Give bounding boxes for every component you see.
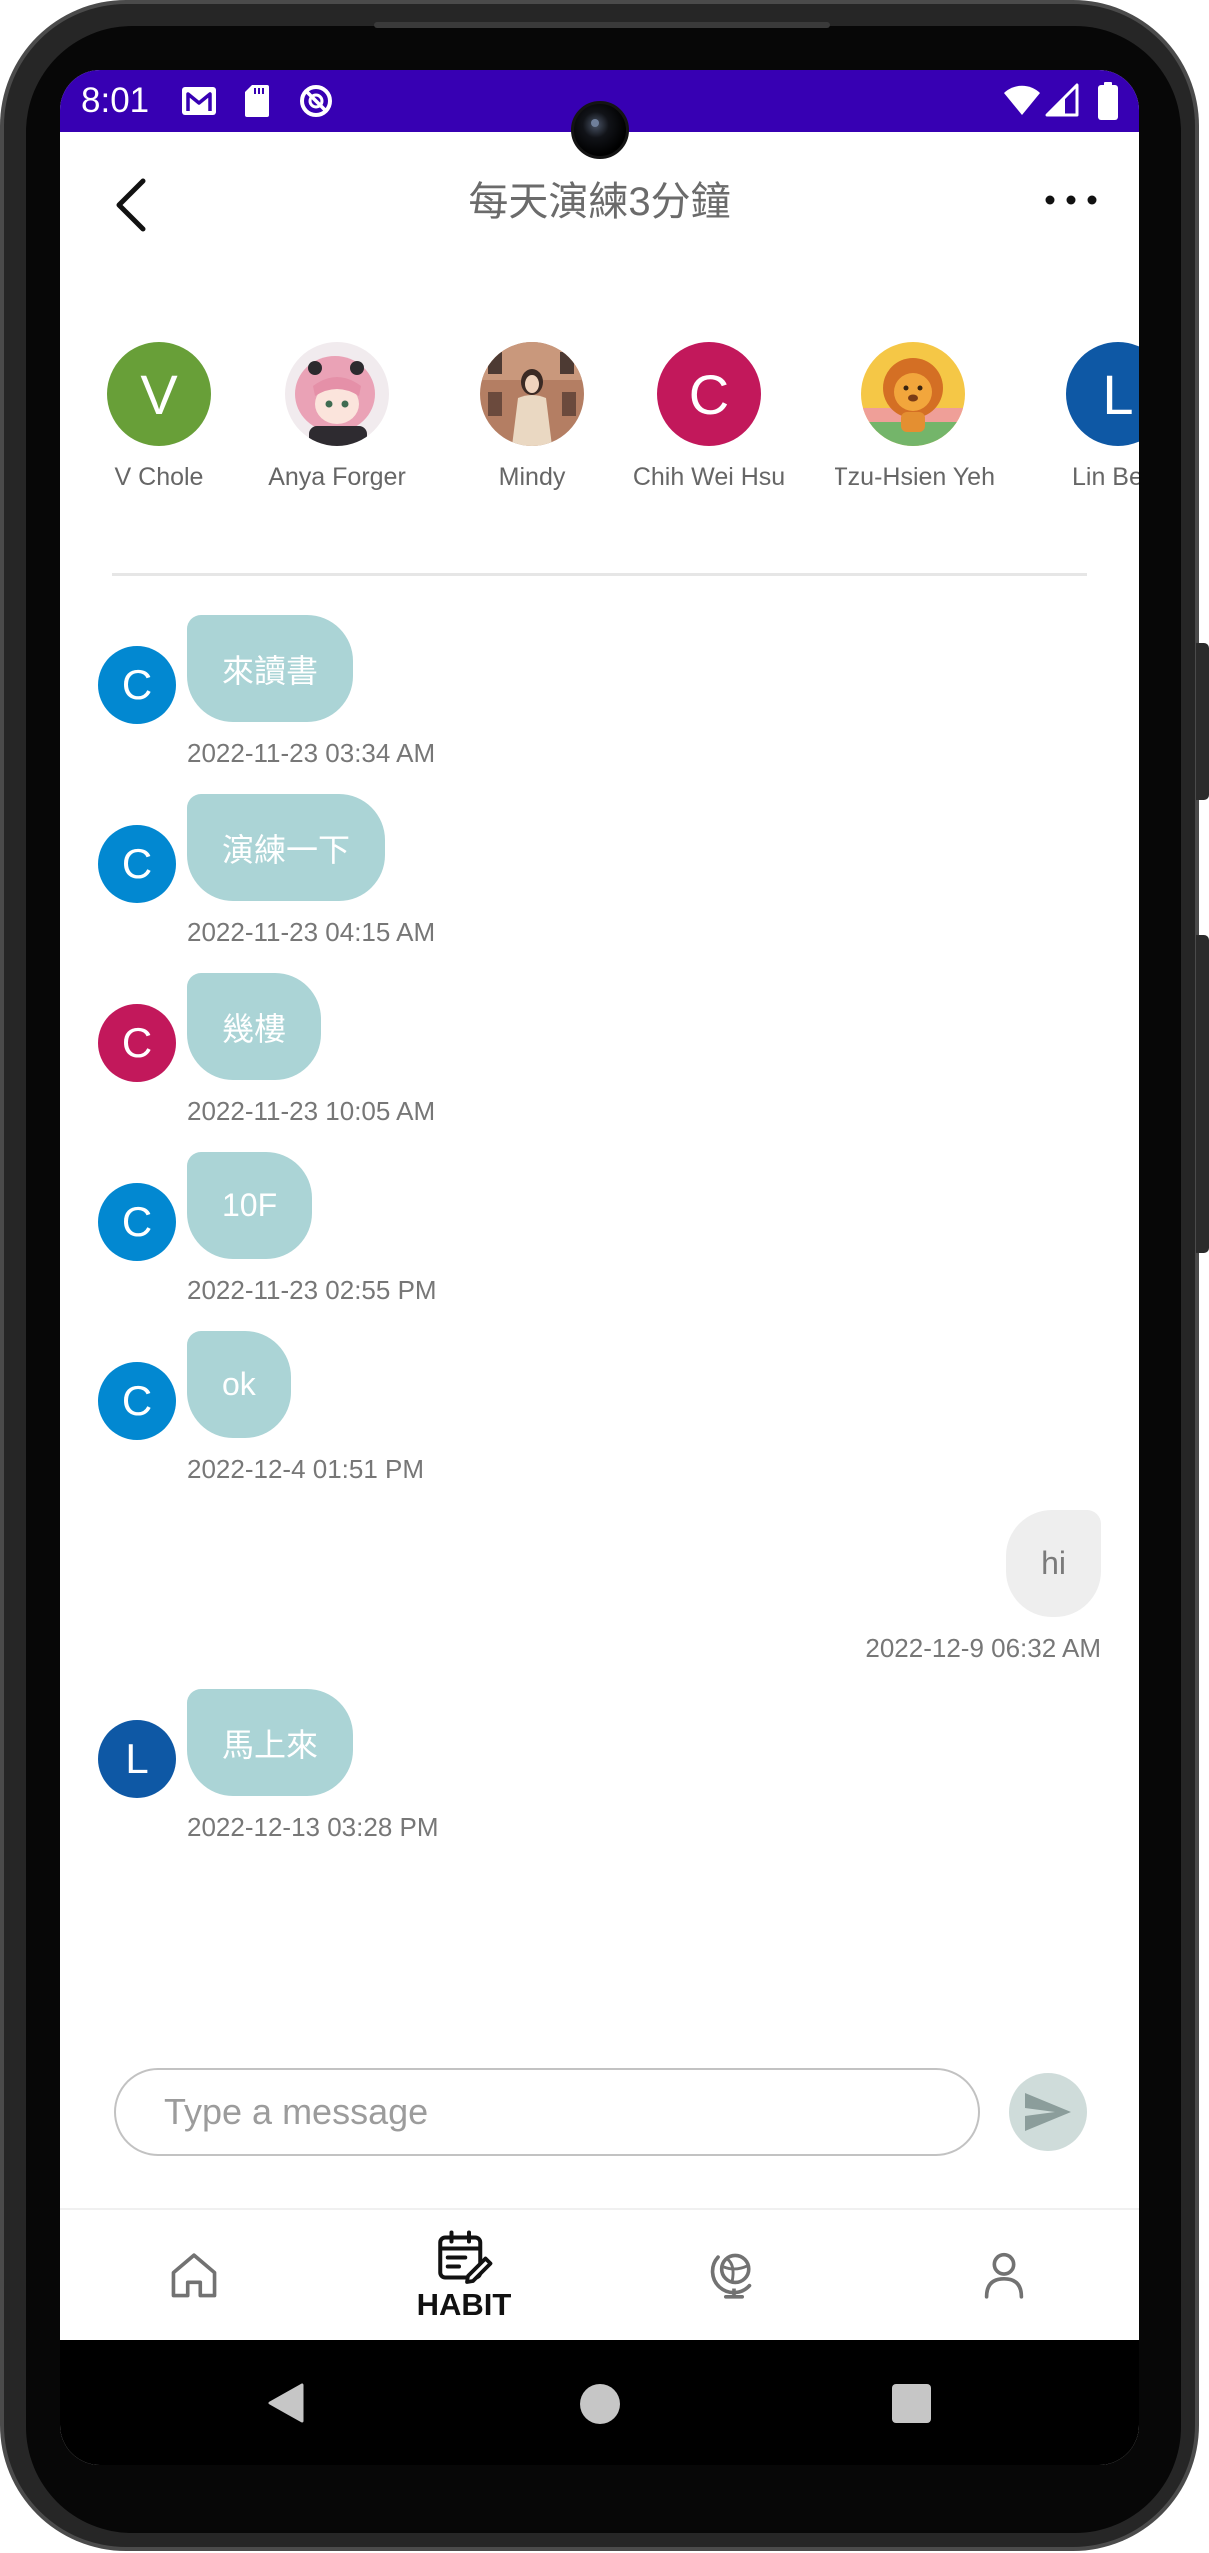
message-row: C ok 2022-12-4 01:51 PM: [60, 1331, 1139, 1510]
member-name: Tzu-Hsien Yeh: [835, 462, 995, 492]
sender-initial: C: [121, 1019, 153, 1066]
message-bubble[interactable]: 10F: [187, 1152, 313, 1259]
message-timestamp: 2022-12-13 03:28 PM: [187, 1812, 439, 1842]
message-bubble[interactable]: 演練一下: [187, 794, 386, 901]
message-bubble[interactable]: ok: [187, 1331, 291, 1438]
globe-icon: [710, 2253, 752, 2299]
signal-icon: [1045, 83, 1079, 117]
habit-calendar-icon: [438, 2230, 493, 2284]
message-text: 10F: [222, 1187, 278, 1223]
volume-button: [1196, 643, 1209, 800]
member-name: Anya Forger: [268, 463, 406, 491]
portrait-photo-avatar: [480, 342, 584, 446]
member-item[interactable]: L Lin Be: [1028, 342, 1139, 502]
sender-avatar[interactable]: C: [98, 825, 176, 903]
lion-illustration-avatar: [861, 342, 965, 446]
device-screenshot: 8:01 每天演練3分鐘 V V Chole Anya Forger Mindy…: [0, 0, 1209, 2553]
message-input[interactable]: [164, 2070, 944, 2153]
bottom-nav-divider: [60, 2208, 1139, 2210]
message-row: C 幾樓 2022-11-23 10:05 AM: [60, 973, 1139, 1152]
send-button[interactable]: [1009, 2073, 1087, 2151]
member-avatar: [480, 342, 584, 446]
message-row: L 馬上來 2022-12-13 03:28 PM: [60, 1689, 1139, 1868]
member-initial: L: [1102, 362, 1134, 426]
message-text: 演練一下: [222, 831, 351, 868]
message-bubble[interactable]: 來讀書: [187, 615, 354, 722]
message-text: ok: [222, 1366, 256, 1402]
wifi-icon: [1004, 85, 1040, 115]
member-name: Mindy: [498, 463, 566, 491]
front-camera: [571, 101, 629, 159]
earpiece-speaker: [374, 22, 830, 28]
nav-explore[interactable]: [659, 2215, 809, 2335]
nav-home[interactable]: [119, 2215, 269, 2335]
member-item[interactable]: C Chih Wei Hsu: [619, 342, 799, 502]
member-avatar: [285, 342, 389, 446]
member-name: Chih Wei Hsu: [632, 463, 786, 491]
member-avatar: [861, 342, 965, 446]
battery-icon: [1098, 82, 1118, 120]
nav-profile[interactable]: [929, 2215, 1079, 2335]
member-avatar: V: [107, 342, 211, 446]
member-item[interactable]: Mindy: [442, 342, 622, 502]
member-item[interactable]: V V Chole: [69, 342, 249, 502]
status-time: 8:01: [81, 81, 150, 120]
message-composer: [114, 2068, 980, 2156]
nav-habit-label[interactable]: HABIT: [389, 2288, 539, 2322]
sd-card-icon: [245, 85, 269, 117]
camera-lens-glint: [591, 119, 599, 127]
data-saver-icon: [300, 85, 332, 117]
member-initial: V: [140, 362, 178, 426]
member-name-text: Tzu-Hsien Yeh: [835, 463, 995, 491]
message-timestamp: 2022-11-23 02:55 PM: [187, 1275, 437, 1305]
message-timestamp: 2022-12-4 01:51 PM: [187, 1454, 425, 1484]
sender-avatar[interactable]: L: [98, 1720, 176, 1798]
page-title: 每天演練3分鐘: [468, 180, 731, 224]
sender-avatar[interactable]: C: [98, 1362, 176, 1440]
member-avatar: L: [1066, 342, 1139, 446]
more-horizontal-icon[interactable]: [1041, 188, 1101, 212]
message-row-own: hi 2022-12-9 06:32 AM: [60, 1510, 1139, 1689]
message-row: C 10F 2022-11-23 02:55 PM: [60, 1152, 1139, 1331]
member-item[interactable]: Tzu-Hsien Yeh: [823, 342, 1003, 502]
system-nav-bar: [60, 2340, 1139, 2465]
member-item[interactable]: Anya Forger: [247, 342, 427, 502]
sender-initial: C: [121, 1377, 153, 1424]
message-timestamp: 2022-11-23 03:34 AM: [187, 738, 436, 768]
member-avatar: C: [657, 342, 761, 446]
message-text: 幾樓: [222, 1010, 287, 1047]
message-text: 馬上來: [222, 1726, 319, 1763]
recents-square-icon[interactable]: [892, 2384, 931, 2423]
message-timestamp: 2022-11-23 04:15 AM: [187, 917, 436, 947]
message-timestamp: 2022-12-9 06:32 AM: [865, 1633, 1101, 1663]
message-bubble[interactable]: 幾樓: [187, 973, 322, 1080]
sender-initial: L: [125, 1735, 149, 1782]
home-icon: [171, 2253, 217, 2298]
message-timestamp: 2022-11-23 10:05 AM: [187, 1096, 436, 1126]
sender-avatar[interactable]: C: [98, 1004, 176, 1082]
home-circle-icon[interactable]: [580, 2384, 620, 2424]
sender-avatar[interactable]: C: [98, 646, 176, 724]
member-name: Lin Be: [1072, 463, 1139, 491]
profile-icon: [984, 2252, 1024, 2299]
message-text: 來讀書: [222, 652, 319, 689]
message-row: C 來讀書 2022-11-23 03:34 AM: [60, 615, 1139, 794]
back-triangle-icon[interactable]: [266, 2382, 306, 2424]
sender-initial: C: [121, 661, 153, 708]
anime-photo-avatar: [285, 342, 389, 446]
sender-initial: C: [121, 1198, 153, 1245]
message-row: C 演練一下 2022-11-23 04:15 AM: [60, 794, 1139, 973]
app-screen: 8:01 每天演練3分鐘 V V Chole Anya Forger Mindy…: [60, 70, 1139, 2465]
members-divider: [112, 573, 1087, 576]
gmail-icon: [182, 87, 216, 115]
sender-avatar[interactable]: C: [98, 1183, 176, 1261]
sender-initial: C: [121, 840, 153, 887]
member-name: V Chole: [114, 463, 204, 491]
message-bubble[interactable]: 馬上來: [187, 1689, 354, 1796]
power-button: [1196, 935, 1209, 1253]
own-message-bubble[interactable]: hi: [1006, 1510, 1101, 1617]
message-text: hi: [1041, 1545, 1066, 1581]
send-icon: [1025, 2093, 1071, 2131]
member-initial: C: [688, 362, 730, 426]
